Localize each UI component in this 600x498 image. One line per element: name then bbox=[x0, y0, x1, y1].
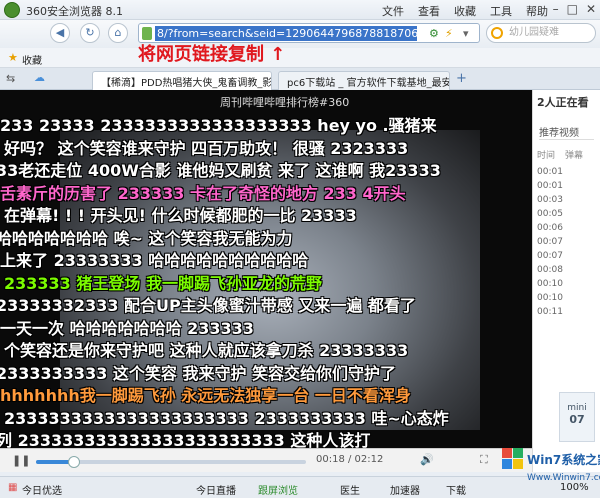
back-button[interactable]: ◀ bbox=[50, 23, 70, 43]
player-controls: ❚❚ 00:18 / 02:12 🔊 ⛶ bbox=[0, 448, 532, 472]
star-icon[interactable]: ★ bbox=[8, 51, 18, 64]
refresh-button[interactable]: ↻ bbox=[80, 23, 100, 43]
danmaku-list-item[interactable]: 00:01 bbox=[533, 165, 600, 179]
compat-icon[interactable]: ⚙ bbox=[429, 27, 439, 40]
right-panel: 2人正在看 推荐视频 时间 弹幕 00:01 00:01 00:03 00:05 00:… bbox=[532, 90, 600, 472]
tab-recommended[interactable]: 推荐视频 bbox=[539, 124, 594, 140]
menu-view[interactable]: 查看 bbox=[418, 3, 440, 19]
danmaku-line: 好吗？ 这个笑容谁来守护 四百万助攻！ 很骚 2323333 bbox=[4, 138, 409, 158]
menu-tools[interactable]: 工具 bbox=[490, 3, 512, 19]
video-title: 周刊哔哩哔哩排行榜#360 bbox=[220, 96, 350, 109]
volume-icon[interactable]: 🔊 bbox=[420, 453, 434, 466]
danmaku-list-item[interactable]: 00:01 bbox=[533, 179, 600, 193]
window-title: 360安全浏览器 8.1 bbox=[26, 5, 123, 18]
app-logo-icon bbox=[4, 2, 20, 18]
status-doctor[interactable]: 医生 bbox=[340, 482, 360, 497]
danmaku-line: 个笑容还是你来守护吧 这种人就应该拿刀杀 23333333 bbox=[4, 341, 409, 360]
toolbar: ◀ ↻ ⌂ 8/?from=search&seid=12906447968788… bbox=[0, 20, 600, 48]
search-engine-icon[interactable] bbox=[491, 27, 503, 39]
danmaku-list-item[interactable]: 00:11 bbox=[533, 305, 600, 319]
mini-widget-label: mini bbox=[567, 403, 587, 413]
address-text[interactable]: 8/?from=search&seid=12906447968788187068 bbox=[155, 26, 417, 41]
danmaku-list-item[interactable]: 00:07 bbox=[533, 249, 600, 263]
menu-favorites[interactable]: 收藏 bbox=[454, 3, 476, 19]
search-box[interactable]: 幼儿园疑难 bbox=[486, 23, 596, 43]
dropdown-icon[interactable]: ▾ bbox=[463, 27, 469, 40]
search-placeholder: 幼儿园疑难 bbox=[509, 27, 559, 38]
status-follow[interactable]: 跟屏浏览 bbox=[258, 482, 298, 497]
time-display: 00:18 / 02:12 bbox=[316, 454, 384, 465]
watermark-line1: Win7系统之家 bbox=[527, 452, 600, 467]
danmaku-line: 在弹幕! ! ! 开头见! 什么时候都肥的一比 23333 bbox=[4, 206, 357, 225]
danmaku-list-item[interactable]: 00:05 bbox=[533, 207, 600, 221]
danmaku-list-item[interactable]: 00:06 bbox=[533, 221, 600, 235]
video-player[interactable]: 周刊哔哩哔哩排行榜#360 233 23333 2333333333333333… bbox=[0, 90, 532, 448]
danmaku-line: 列 233333333333333333333333 这种人该打 bbox=[0, 431, 371, 448]
danmaku-line: hhhhhhh我一脚踢飞孙 永远无法独享一台 一日不看浑身 bbox=[0, 386, 411, 405]
danmaku-line: 哈哈哈哈哈哈哈 唉~ 这个笑容我无能为力 bbox=[0, 228, 293, 248]
close-icon[interactable]: ✕ bbox=[586, 2, 596, 16]
tab-label: pc6下载站 _ 官方软件下载基地_最安全 bbox=[287, 78, 450, 89]
title-bar: 360安全浏览器 8.1 文件 查看 收藏 工具 帮助 – □ ✕ bbox=[0, 0, 600, 20]
mini-widget-num: 07 bbox=[569, 413, 585, 426]
danmaku-list-header: 时间 弹幕 bbox=[533, 144, 600, 165]
viewer-count: 2人正在看 bbox=[537, 96, 589, 109]
menu-file[interactable]: 文件 bbox=[382, 3, 404, 19]
status-live[interactable]: 今日直播 bbox=[196, 482, 236, 497]
danmaku-line: 上来了 23333333 哈哈哈哈哈哈哈哈哈哈 bbox=[0, 251, 309, 270]
danmaku-line: 2333333333 这个笑容 我来守护 笑容交给你们守护了 bbox=[0, 363, 397, 383]
watermark-logo: Win7系统之家 Www.Winwin7.com bbox=[502, 448, 600, 483]
menu-help[interactable]: 帮助 bbox=[526, 3, 548, 19]
secure-icon bbox=[142, 27, 152, 40]
danmaku-list: 00:01 00:01 00:03 00:05 00:06 00:07 00:07 00:08… bbox=[533, 165, 600, 319]
status-left[interactable]: 今日优选 bbox=[22, 482, 62, 497]
danmaku-line: 一天一次 哈哈哈哈哈哈哈 233333 bbox=[0, 318, 254, 338]
progress-bar[interactable] bbox=[36, 456, 306, 468]
minimize-icon[interactable]: – bbox=[553, 2, 559, 16]
danmaku-line: 233333 猪王登场 我一脚踢飞孙亚龙的荒野 bbox=[4, 273, 322, 293]
danmaku-list-item[interactable]: 00:10 bbox=[533, 277, 600, 291]
pause-icon[interactable]: ❚❚ bbox=[12, 454, 30, 467]
tab-label: 【稀滴】PDD热唱猪大侠_鬼畜调教_影视 bbox=[101, 78, 272, 89]
favorites-bar: ★ 收藏 bbox=[0, 48, 600, 68]
cloud-icon[interactable]: ☁ bbox=[34, 71, 45, 84]
home-button[interactable]: ⌂ bbox=[108, 23, 128, 43]
tab-bar: ⇆ ☁ 【稀滴】PDD热唱猪大侠_鬼畜调教_影视 pc6下载站 _ 官方软件下载… bbox=[0, 68, 600, 90]
mini-widget[interactable]: mini 07 bbox=[559, 392, 595, 442]
danmaku-line: 33老还走位 400W合影 谁他妈又刷贫 来了 这谁啊 我23333 bbox=[0, 161, 441, 180]
danmaku-list-item[interactable]: 00:10 bbox=[533, 291, 600, 305]
col-danmaku: 弹幕 bbox=[565, 151, 584, 161]
danmaku-line: 23333332333 配合UP主头像蜜汁带感 又来一遍 都看了 bbox=[0, 296, 416, 315]
new-tab-button[interactable]: + bbox=[456, 71, 467, 86]
sidebar-toggle-icon[interactable]: ⇆ bbox=[6, 72, 15, 85]
tab-pc6[interactable]: pc6下载站 _ 官方软件下载基地_最安全 bbox=[278, 71, 450, 90]
annotation-text: 将网页链接复制 ↑ bbox=[138, 44, 286, 65]
fullscreen-icon[interactable]: ⛶ bbox=[480, 453, 488, 467]
maximize-icon[interactable]: □ bbox=[567, 2, 578, 16]
danmaku-line: 2333333333333333333333 2333333333 哇~心态炸 bbox=[4, 408, 449, 428]
progress-handle[interactable] bbox=[67, 456, 80, 468]
watermark-line2: Www.Winwin7.com bbox=[527, 473, 600, 483]
danmaku-list-item[interactable]: 00:08 bbox=[533, 263, 600, 277]
status-accelerator[interactable]: 加速器 bbox=[390, 482, 420, 497]
danmaku-list-item[interactable]: 00:03 bbox=[533, 193, 600, 207]
status-download[interactable]: 下载 bbox=[446, 482, 466, 497]
lightning-icon[interactable]: ⚡ bbox=[445, 27, 453, 40]
danmaku-list-item[interactable]: 00:07 bbox=[533, 235, 600, 249]
grid-icon[interactable]: ▦ bbox=[8, 482, 17, 493]
col-time: 时间 bbox=[537, 151, 556, 161]
danmaku-line: 舌素斤的历害了 233333 卡在了奇怪的地方 233 4开头 bbox=[0, 183, 406, 203]
favorites-label[interactable]: 收藏 bbox=[22, 52, 42, 67]
danmaku-line: 233 23333 2333333333333333333 hey yo .骚猪… bbox=[0, 116, 437, 135]
tab-bilibili[interactable]: 【稀滴】PDD热唱猪大侠_鬼畜调教_影视 bbox=[92, 71, 272, 90]
